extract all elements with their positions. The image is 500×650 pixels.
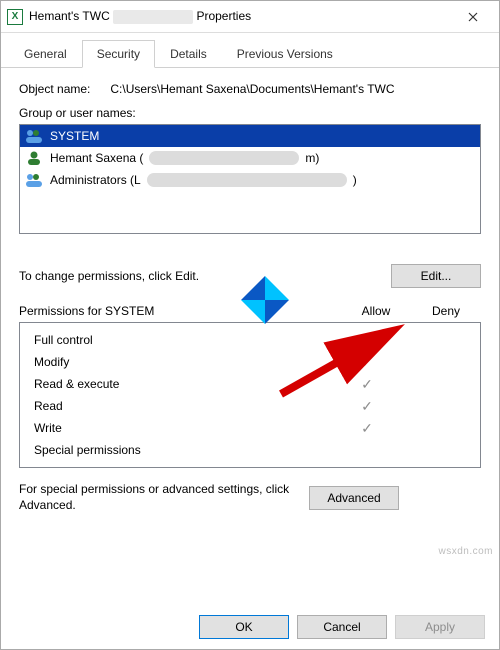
ok-button[interactable]: OK: [199, 615, 289, 639]
list-item-system[interactable]: SYSTEM: [20, 125, 480, 147]
close-button[interactable]: [453, 1, 493, 33]
tab-general[interactable]: General: [9, 40, 82, 68]
list-item-label: Administrators (L: [50, 173, 141, 187]
permission-row: Modify ✓: [28, 351, 472, 373]
window-title: Hemant's TWC Properties: [29, 9, 453, 24]
list-item-label: SYSTEM: [50, 129, 99, 143]
permission-row: Full control ✓: [28, 329, 472, 351]
tab-details[interactable]: Details: [155, 40, 222, 68]
advanced-row: For special permissions or advanced sett…: [19, 482, 481, 513]
permission-row: Read ✓: [28, 395, 472, 417]
permission-name: Special permissions: [28, 443, 332, 457]
list-item-label: Hemant Saxena (: [50, 151, 143, 165]
redacted-email: [149, 151, 299, 165]
group-label: Group or user names:: [19, 106, 481, 120]
permissions-header: Permissions for SYSTEM Allow Deny: [19, 304, 481, 318]
redacted-domain: [147, 173, 347, 187]
permission-row: Read & execute ✓: [28, 373, 472, 395]
permission-name: Full control: [28, 333, 332, 347]
allow-check-icon: ✓: [332, 332, 402, 349]
cancel-button[interactable]: Cancel: [297, 615, 387, 639]
list-item-suffix: m): [305, 151, 319, 165]
title-redacted: [113, 10, 193, 24]
titlebar: X Hemant's TWC Properties: [1, 1, 499, 33]
dialog-button-bar: OK Cancel Apply: [1, 605, 499, 649]
permission-name: Modify: [28, 355, 332, 369]
group-icon: [24, 172, 44, 188]
excel-icon: X: [7, 9, 23, 25]
object-name-label: Object name:: [19, 82, 90, 96]
group-icon: [24, 128, 44, 144]
permission-name: Write: [28, 421, 332, 435]
tab-strip: General Security Details Previous Versio…: [1, 33, 499, 68]
watermark: wsxdn.com: [438, 546, 493, 557]
permission-name: Read & execute: [28, 377, 332, 391]
title-prefix: Hemant's TWC: [29, 9, 110, 23]
title-suffix: Properties: [196, 9, 251, 23]
advanced-text: For special permissions or advanced sett…: [19, 482, 299, 513]
object-name-row: Object name: C:\Users\Hemant Saxena\Docu…: [19, 82, 481, 96]
allow-check-icon: ✓: [332, 354, 402, 371]
edit-row: To change permissions, click Edit. Edit.…: [19, 264, 481, 288]
allow-check-icon: ✓: [332, 420, 402, 437]
permission-row: Write ✓: [28, 417, 472, 439]
user-icon: [24, 150, 44, 166]
allow-check-icon: ✓: [332, 398, 402, 415]
object-name-value: C:\Users\Hemant Saxena\Documents\Hemant'…: [110, 82, 394, 96]
allow-check-icon: ✓: [332, 376, 402, 393]
permission-row: Special permissions: [28, 439, 472, 461]
allow-column-header: Allow: [341, 304, 411, 318]
list-item-suffix: ): [353, 173, 357, 187]
tab-content: Object name: C:\Users\Hemant Saxena\Docu…: [1, 68, 499, 605]
permissions-for-label: Permissions for SYSTEM: [19, 304, 341, 318]
tab-previous-versions[interactable]: Previous Versions: [222, 40, 348, 68]
group-listbox[interactable]: SYSTEM Hemant Saxena ( m) Administrators…: [19, 124, 481, 234]
list-item-user[interactable]: Hemant Saxena ( m): [20, 147, 480, 169]
list-item-administrators[interactable]: Administrators (L ): [20, 169, 480, 191]
permission-name: Read: [28, 399, 332, 413]
deny-column-header: Deny: [411, 304, 481, 318]
apply-button: Apply: [395, 615, 485, 639]
change-permissions-text: To change permissions, click Edit.: [19, 269, 199, 283]
permissions-box: Full control ✓ Modify ✓ Read & execute ✓…: [19, 322, 481, 468]
properties-window: X Hemant's TWC Properties General Securi…: [0, 0, 500, 650]
edit-button[interactable]: Edit...: [391, 264, 481, 288]
tab-security[interactable]: Security: [82, 40, 155, 68]
advanced-button[interactable]: Advanced: [309, 486, 399, 510]
